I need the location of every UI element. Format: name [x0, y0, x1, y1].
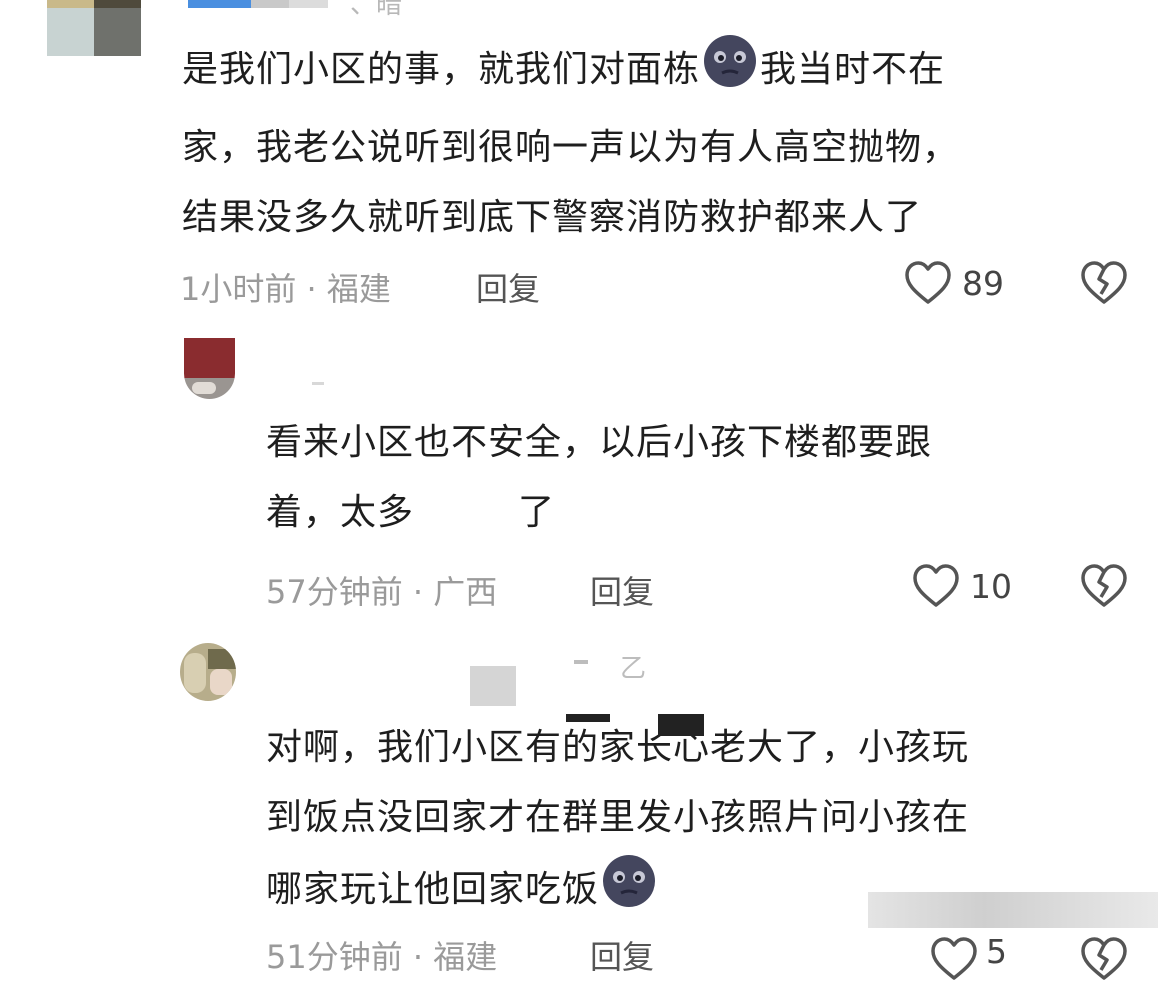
like-count: 5 [986, 932, 1007, 971]
comment-meta: 57分钟前 · 广西 [266, 573, 498, 611]
like-count: 10 [970, 567, 1012, 606]
like-count: 89 [962, 264, 1004, 303]
new-moon-face-icon [601, 853, 657, 933]
comment-body: 对啊，我们小区有的家长心老大了，小孩玩 到饭点没回家才在群里发小孩照片问小孩在 … [266, 713, 969, 933]
new-moon-face-icon [702, 33, 758, 113]
redaction-mark [658, 714, 704, 736]
like-icon[interactable] [930, 936, 978, 982]
avatar[interactable] [180, 643, 236, 701]
avatar[interactable] [47, 0, 141, 56]
avatar[interactable] [184, 338, 235, 399]
username-redacted [188, 0, 328, 8]
redaction-mark [566, 714, 610, 722]
username-redacted [574, 660, 588, 664]
username-partial: 、暗 [350, 0, 403, 20]
comment-body: 看来小区也不安全，以后小孩下楼都要跟 着，太多了 [266, 422, 933, 533]
like-icon[interactable] [912, 563, 960, 609]
username-redacted [470, 666, 516, 706]
dislike-icon[interactable] [1080, 936, 1128, 982]
comment-meta: 1小时前 · 福建 [180, 270, 391, 308]
username-redacted [312, 382, 324, 385]
reply-button[interactable]: 回复 [590, 567, 654, 613]
comment-body: 是我们小区的事，就我们对面栋 我当时不在 家，我老公说听到很响一声以为有人高空抛物… [182, 33, 959, 253]
dislike-icon[interactable] [1080, 260, 1128, 306]
username-partial: 乙 [620, 654, 647, 684]
reply-button[interactable]: 回复 [590, 932, 654, 978]
watermark [868, 892, 1158, 928]
reply-button[interactable]: 回复 [476, 264, 540, 310]
dislike-icon[interactable] [1080, 563, 1128, 609]
like-icon[interactable] [904, 260, 952, 306]
comment-meta: 51分钟前 · 福建 [266, 938, 498, 976]
